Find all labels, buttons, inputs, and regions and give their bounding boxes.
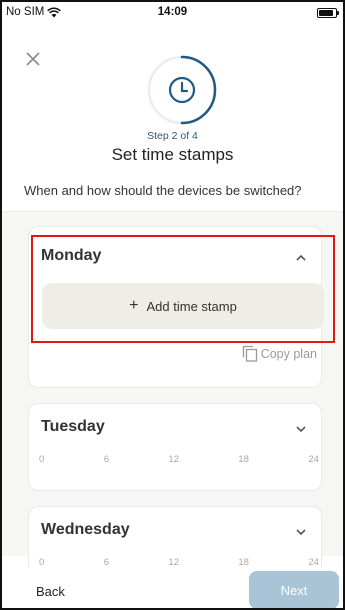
page-subtitle: When and how should the devices be switc… [24, 183, 302, 198]
timeline-ticks: 0 6 12 18 24 [39, 454, 319, 465]
step-indicator: Step 2 of 4 [147, 130, 198, 142]
clock-icon [168, 76, 196, 104]
tick-label: 6 [103, 557, 109, 568]
tick-label: 6 [103, 454, 109, 465]
copy-plan-button[interactable]: Copy plan [242, 345, 317, 362]
back-button[interactable]: Back [36, 584, 65, 599]
battery-icon [317, 8, 339, 18]
status-bar: No SIM 14:09 [2, 2, 343, 24]
footer-bar: Back Next [2, 568, 343, 608]
tick-label: 24 [308, 454, 319, 465]
next-button[interactable]: Next [249, 571, 339, 608]
timeline-ticks: 0 6 12 18 24 [39, 557, 319, 568]
step-progress-ring [147, 55, 217, 125]
chevron-down-icon[interactable] [295, 526, 307, 538]
day-title-tuesday: Tuesday [41, 418, 105, 435]
page-title: Set time stamps [111, 145, 234, 164]
tick-label: 18 [238, 557, 249, 568]
status-time: 14:09 [157, 6, 188, 18]
tick-label: 18 [238, 454, 249, 465]
battery-level [319, 10, 333, 16]
day-card-wednesday[interactable]: Wednesday 0 6 12 18 24 [28, 506, 322, 576]
tick-label: 12 [168, 557, 179, 568]
highlight-box [31, 235, 335, 343]
day-title-wednesday: Wednesday [41, 521, 130, 538]
close-icon [26, 52, 40, 66]
chevron-down-icon[interactable] [295, 423, 307, 435]
tick-label: 24 [308, 557, 319, 568]
close-button[interactable] [24, 50, 42, 68]
tick-label: 0 [39, 454, 45, 465]
screen: No SIM 14:09 Step 2 of 4 Set time stamps… [0, 0, 345, 610]
copy-plan-label: Copy plan [260, 346, 317, 361]
day-card-tuesday[interactable]: Tuesday 0 6 12 18 24 [28, 403, 322, 491]
tick-label: 12 [168, 454, 179, 465]
copy-icon [242, 345, 257, 362]
tick-label: 0 [39, 557, 45, 568]
